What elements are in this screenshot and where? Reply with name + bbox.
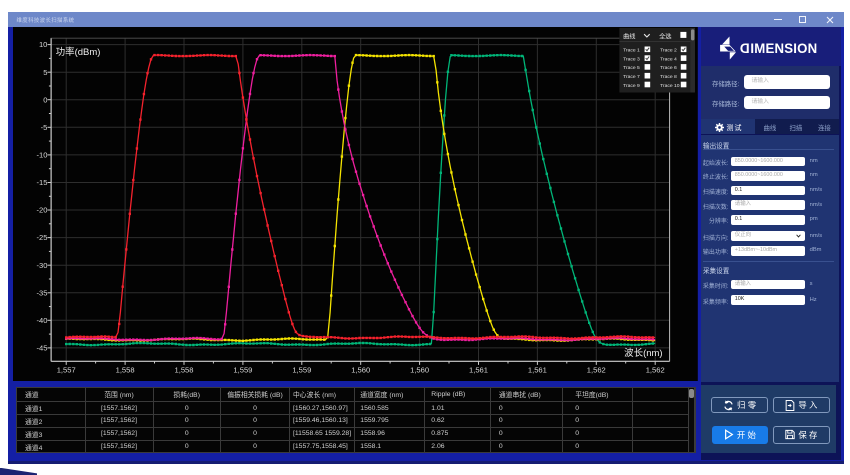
svg-text:功率(dBm): 功率(dBm): [56, 46, 101, 58]
svg-text:1,559: 1,559: [234, 366, 253, 375]
svg-text:-45: -45: [37, 344, 48, 353]
svg-text:D: D: [740, 41, 750, 56]
svg-text:-15: -15: [37, 178, 48, 187]
svg-text:1,560: 1,560: [411, 366, 430, 375]
svg-text:Trace 3: Trace 3: [623, 57, 640, 63]
svg-text:Trace 4: Trace 4: [660, 57, 677, 63]
svg-text:-30: -30: [37, 261, 48, 270]
svg-text:1,558: 1,558: [175, 366, 194, 375]
svg-text:IMENSION: IMENSION: [750, 41, 817, 56]
svg-text:1,561: 1,561: [528, 366, 547, 375]
svg-text:Trace 6: Trace 6: [660, 65, 677, 71]
svg-text:-20: -20: [37, 206, 48, 215]
svg-text:0: 0: [44, 96, 48, 105]
svg-text:1,562: 1,562: [587, 366, 606, 375]
svg-text:-25: -25: [37, 233, 48, 242]
svg-text:Trace 7: Trace 7: [623, 74, 640, 80]
svg-text:Trace 10: Trace 10: [660, 83, 680, 89]
svg-text:-40: -40: [37, 316, 48, 325]
svg-text:Trace 1: Trace 1: [623, 48, 640, 54]
svg-text:Trace 8: Trace 8: [660, 74, 677, 80]
svg-text:波长(nm): 波长(nm): [625, 347, 663, 359]
svg-text:1,562: 1,562: [646, 366, 665, 375]
svg-text:-5: -5: [41, 123, 48, 132]
svg-text:Trace 2: Trace 2: [660, 48, 677, 54]
svg-text:10: 10: [39, 40, 47, 49]
svg-text:1,561: 1,561: [469, 366, 488, 375]
svg-text:Trace 5: Trace 5: [623, 65, 640, 71]
svg-text:5: 5: [44, 68, 48, 77]
svg-text:1,559: 1,559: [293, 366, 312, 375]
svg-text:1,558: 1,558: [116, 366, 135, 375]
svg-text:1,557: 1,557: [57, 366, 76, 375]
svg-text:曲线: 曲线: [623, 33, 635, 41]
svg-text:-10: -10: [37, 151, 48, 160]
svg-text:全选: 全选: [659, 33, 671, 41]
svg-text:Trace 9: Trace 9: [623, 83, 640, 89]
svg-text:-35: -35: [37, 289, 48, 298]
svg-text:1,560: 1,560: [352, 366, 371, 375]
